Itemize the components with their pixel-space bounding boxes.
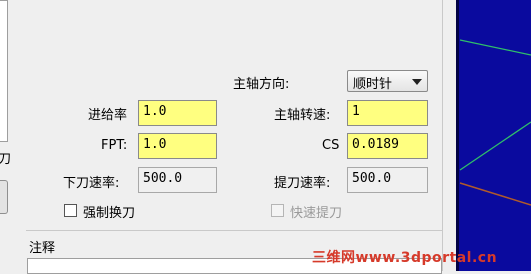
- cad-viewport[interactable]: [456, 0, 531, 271]
- watermark-text: 三维网www.3dportal.cn: [312, 250, 498, 266]
- rapid-retract-checkbox[interactable]: [271, 204, 284, 217]
- notes-label: 注释: [29, 241, 56, 256]
- tool-list-box[interactable]: [0, 0, 8, 142]
- rapid-retract-label: 快速提刀: [290, 206, 343, 221]
- plunge-rate-input[interactable]: 500.0: [138, 167, 217, 193]
- viewport-geometry: [459, 39, 531, 206]
- spindle-direction-select[interactable]: 顺时针: [347, 70, 428, 92]
- fpt-input[interactable]: 1.0: [138, 133, 217, 159]
- spindle-direction-label: 主轴方向:: [233, 77, 290, 92]
- feed-rate-label: 进给率: [88, 108, 128, 123]
- cs-input[interactable]: 0.0189: [347, 133, 428, 159]
- fpt-label: FPT:: [101, 138, 128, 153]
- feed-rate-input[interactable]: 1.0: [138, 100, 217, 126]
- tool-parameters-panel: 刀 主轴方向: 顺时针 进给率 1.0 主轴转速: 1 FPT: 1.0 CS …: [0, 0, 456, 274]
- green-edge-line-1: [459, 39, 531, 56]
- clipped-label: 刀: [0, 152, 12, 167]
- brown-edge-line: [459, 182, 531, 206]
- spindle-speed-label: 主轴转速:: [274, 108, 331, 123]
- section-separator: [26, 230, 442, 231]
- green-edge-line-2: [459, 121, 531, 171]
- spindle-direction-value: 顺时针: [353, 77, 393, 92]
- cs-label: CS: [322, 138, 340, 153]
- plunge-rate-label: 下刀速率:: [63, 176, 120, 191]
- spindle-speed-input[interactable]: 1: [347, 100, 428, 126]
- retract-rate-input[interactable]: 500.0: [347, 167, 428, 193]
- clipped-button[interactable]: [0, 180, 8, 214]
- panel-divider: [442, 0, 443, 271]
- retract-rate-label: 提刀速率:: [274, 176, 331, 191]
- force-tool-change-label: 强制换刀: [83, 206, 136, 221]
- force-tool-change-checkbox[interactable]: [64, 204, 77, 217]
- chevron-down-icon: [412, 79, 422, 85]
